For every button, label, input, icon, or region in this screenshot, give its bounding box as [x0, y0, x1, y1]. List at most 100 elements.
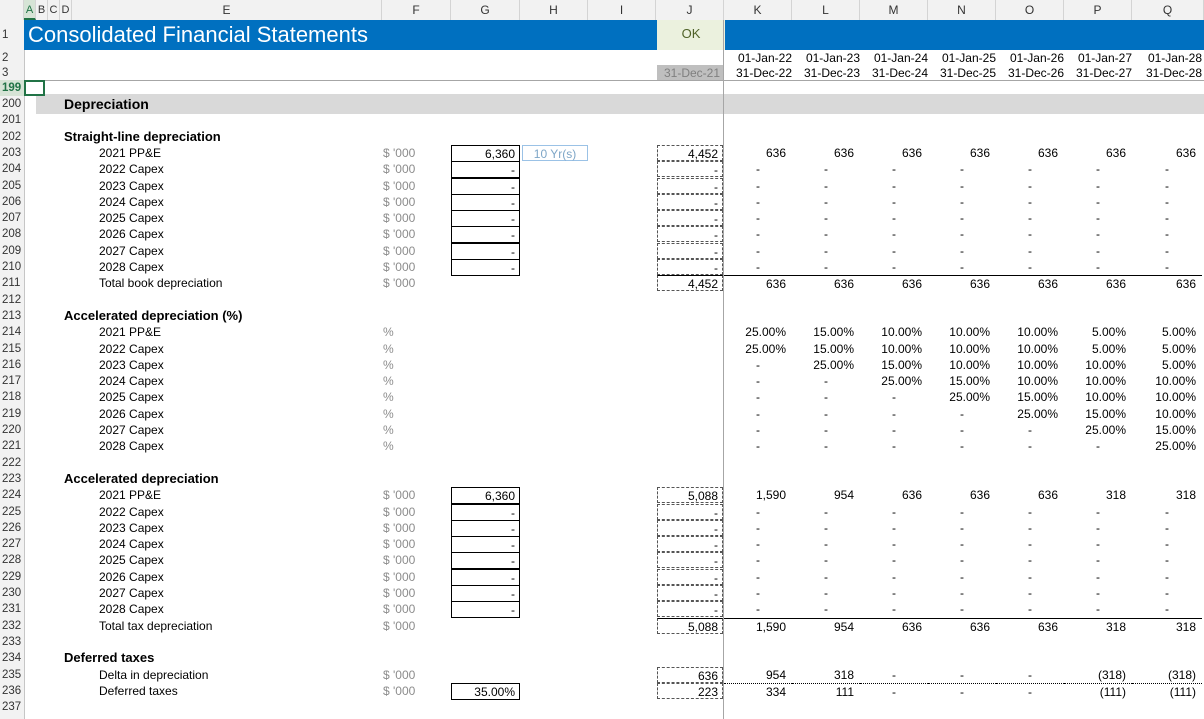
- input-cell[interactable]: 35.00%: [451, 682, 520, 700]
- value-cell: -: [756, 243, 760, 258]
- value-cell: -: [756, 537, 760, 552]
- row-label: 2022 Capex: [99, 162, 164, 177]
- row-header-237[interactable]: 237: [0, 699, 24, 715]
- input-cell[interactable]: 6,360: [451, 487, 520, 505]
- input-cell[interactable]: -: [451, 585, 520, 602]
- value-cell: 636: [996, 617, 1064, 634]
- value-cell: (111): [1064, 682, 1132, 699]
- value-cell: 15.00%: [813, 341, 854, 356]
- value-cell: -: [960, 504, 964, 519]
- column-header-i[interactable]: I: [588, 0, 656, 20]
- input-cell[interactable]: -: [451, 601, 520, 619]
- value-cell: -: [1096, 602, 1100, 617]
- select-all-corner[interactable]: [0, 0, 24, 20]
- total-row: Total tax depreciation $ '000 5,088 1,590 95…: [0, 617, 1204, 634]
- column-header-p[interactable]: P: [1064, 0, 1132, 20]
- row-header-1[interactable]: 1: [0, 27, 24, 43]
- status-check-cell[interactable]: OK: [657, 20, 725, 50]
- value-cell: -: [960, 553, 964, 568]
- row-header-199[interactable]: 199: [0, 80, 24, 96]
- value-cell: -: [824, 586, 828, 600]
- column-header-m[interactable]: M: [860, 0, 928, 20]
- input-cell[interactable]: -: [451, 177, 520, 195]
- row-label: 2027 Capex: [99, 423, 164, 437]
- row-header-212[interactable]: 212: [0, 292, 24, 308]
- value-cell: 636: [1105, 145, 1126, 160]
- value-cell: -: [756, 178, 760, 193]
- value-cell: -: [756, 586, 760, 600]
- row-header-233[interactable]: 233: [0, 634, 24, 650]
- value-cell: 10.00%: [1017, 341, 1058, 356]
- period-start-date: 01-Jan-24: [873, 51, 928, 65]
- input-cell[interactable]: -: [451, 536, 520, 554]
- row-label: 2028 Capex: [99, 602, 164, 617]
- column-header-j[interactable]: J: [656, 0, 724, 20]
- column-header-o[interactable]: O: [996, 0, 1064, 20]
- sheet-title: Consolidated Financial Statements: [28, 22, 368, 47]
- delta-row: Delta in depreciation $ '000 636 954 318 - - - (…: [0, 666, 1204, 683]
- input-cell[interactable]: -: [451, 161, 520, 179]
- unit-label: %: [383, 439, 394, 454]
- column-header-a[interactable]: A: [24, 0, 36, 20]
- opening-balance-cell: 223: [657, 682, 723, 699]
- unit-label: %: [383, 341, 394, 356]
- column-header-k[interactable]: K: [724, 0, 792, 20]
- useful-life-cell[interactable]: 10 Yr(s): [522, 144, 588, 161]
- value-cell: -: [824, 602, 828, 617]
- value-cell: -: [1165, 602, 1169, 617]
- input-cell[interactable]: -: [451, 242, 520, 260]
- value-cell: -: [1096, 227, 1100, 242]
- column-header-e[interactable]: E: [72, 0, 382, 20]
- value-cell: -: [1096, 586, 1100, 600]
- column-header-g[interactable]: G: [451, 0, 520, 20]
- input-cell[interactable]: -: [451, 552, 520, 570]
- value-cell: -: [1028, 260, 1032, 274]
- row-label: Total book depreciation: [99, 276, 223, 291]
- value-cell: -: [824, 211, 828, 226]
- input-cell[interactable]: -: [451, 259, 520, 276]
- column-header-d[interactable]: D: [60, 0, 72, 20]
- input-cell[interactable]: -: [451, 519, 520, 537]
- column-header-b[interactable]: B: [36, 0, 48, 20]
- value-cell: -: [756, 569, 760, 584]
- row-label: 2025 Capex: [99, 211, 164, 226]
- unit-label: $ '000: [383, 488, 416, 503]
- value-cell: 25.00%: [1017, 406, 1058, 421]
- opening-balance-cell: -: [657, 210, 723, 227]
- column-header-h[interactable]: H: [520, 0, 588, 20]
- input-cell[interactable]: -: [451, 226, 520, 244]
- input-cell[interactable]: -: [451, 193, 520, 211]
- column-header-f[interactable]: F: [382, 0, 451, 20]
- column-header-q[interactable]: Q: [1132, 0, 1204, 20]
- table-row: 2026 Capex% - - - - 25.00% 15.00% 10.00%: [0, 406, 1204, 422]
- row-header-222[interactable]: 222: [0, 455, 24, 471]
- value-cell: -: [960, 260, 964, 274]
- column-header-l[interactable]: L: [792, 0, 860, 20]
- value-cell: 10.00%: [949, 325, 990, 340]
- input-cell[interactable]: 6,360: [451, 144, 520, 162]
- row-label: 2022 Capex: [99, 504, 164, 519]
- value-cell: -: [1165, 504, 1169, 519]
- value-cell: -: [1165, 260, 1169, 274]
- value-cell: 25.00%: [813, 357, 854, 372]
- value-cell: -: [1028, 162, 1032, 177]
- column-header-n[interactable]: N: [928, 0, 996, 20]
- row-header-201[interactable]: 201: [0, 112, 24, 128]
- input-cell[interactable]: -: [451, 503, 520, 521]
- input-cell[interactable]: -: [451, 568, 520, 586]
- value-cell: 25.00%: [1085, 423, 1126, 437]
- value-cell: -: [1096, 178, 1100, 193]
- opening-balance-cell: -: [657, 536, 723, 553]
- table-row: 2023 Capex% - 25.00% 15.00% 10.00% 10.00% 10.0…: [0, 357, 1204, 373]
- value-cell: -: [1028, 569, 1032, 584]
- period-end-date: 31-Dec-22: [735, 66, 792, 80]
- value-cell: 954: [792, 617, 860, 634]
- value-cell: 111: [792, 682, 860, 699]
- column-header-c[interactable]: C: [48, 0, 60, 20]
- active-cell-selection[interactable]: [24, 80, 45, 96]
- title-bar: Consolidated Financial Statements OK: [24, 20, 1204, 50]
- unit-label: $ '000: [383, 569, 416, 584]
- input-cell[interactable]: -: [451, 210, 520, 228]
- value-cell: -: [1028, 211, 1032, 226]
- value-cell: -: [960, 194, 964, 209]
